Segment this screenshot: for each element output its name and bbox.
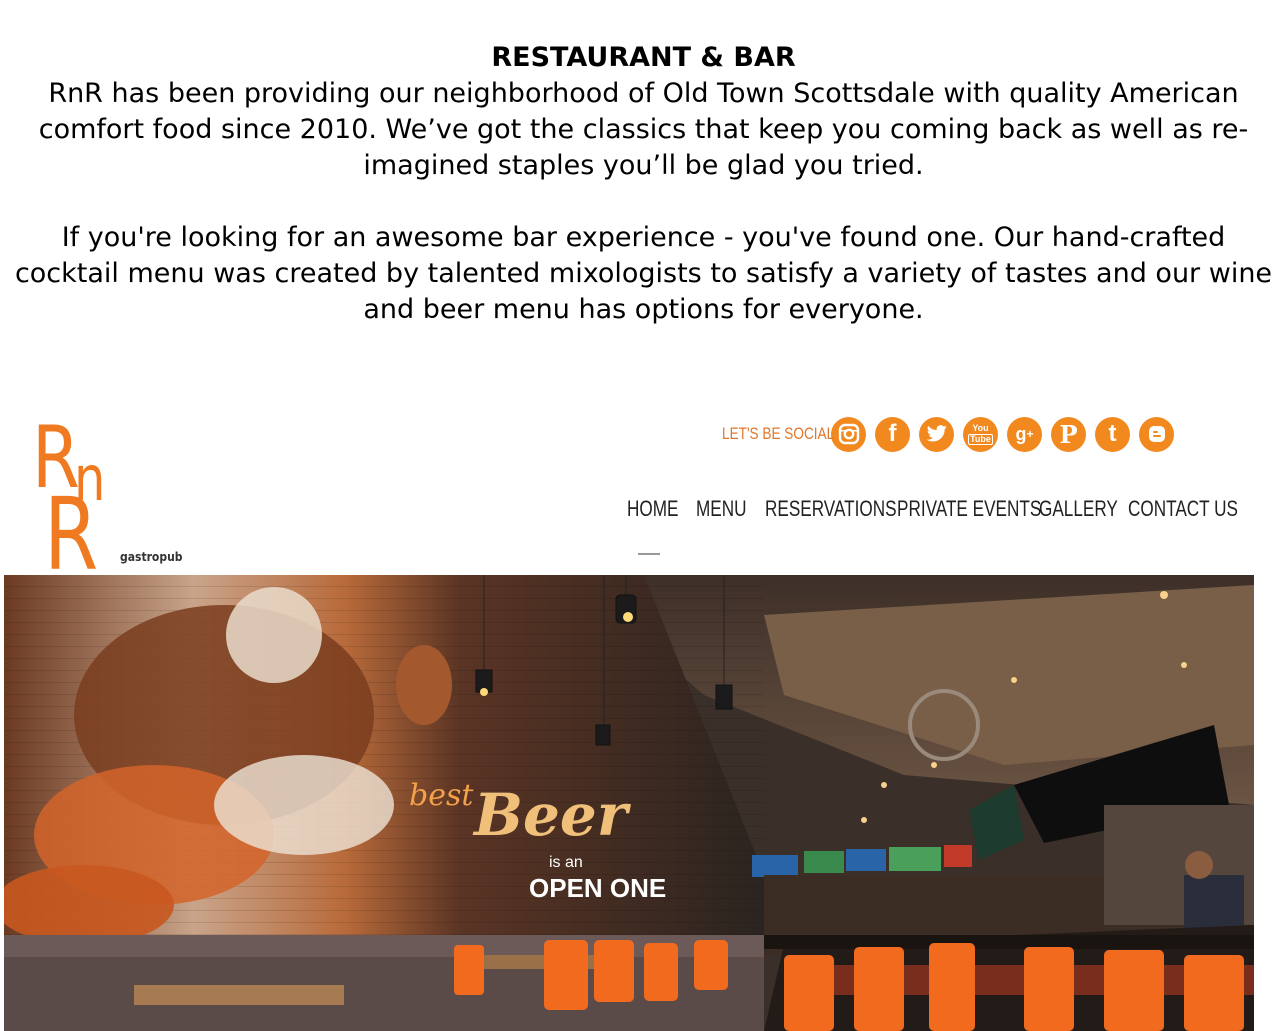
social-bar: LET'S BE SOCIAL f You Tube g + P t bbox=[722, 414, 1174, 454]
nav-private-events[interactable]: PRIVATE EVENTS bbox=[897, 496, 1041, 522]
active-nav-indicator bbox=[638, 553, 660, 555]
facebook-icon[interactable]: f bbox=[875, 416, 910, 452]
nav-home[interactable]: HOME bbox=[627, 496, 678, 522]
intro-paragraph-2: If you're looking for an awesome bar exp… bbox=[14, 222, 1273, 325]
pinterest-icon[interactable]: P bbox=[1051, 416, 1086, 452]
mural-text-open-one: OPEN ONE bbox=[529, 873, 666, 903]
section-heading: RESTAURANT & BAR bbox=[491, 42, 796, 73]
intro-paragraph-1: RnR has been providing our neighborhood … bbox=[38, 78, 1249, 181]
mural-text-beer: Beer bbox=[472, 781, 632, 849]
mural-text-is-an: is an bbox=[549, 854, 583, 871]
nav-gallery[interactable]: GALLERY bbox=[1039, 496, 1118, 522]
nav-reservations[interactable]: RESERVATIONS bbox=[765, 496, 897, 522]
youtube-icon[interactable]: You Tube bbox=[963, 416, 998, 452]
tumblr-icon[interactable]: t bbox=[1095, 416, 1130, 452]
hero-image: best Beer is an OPEN ONE bbox=[4, 575, 1254, 1031]
twitter-icon[interactable] bbox=[919, 416, 954, 452]
rnr-logo[interactable]: R n R gastropub bbox=[30, 408, 190, 593]
intro-section: RESTAURANT & BAR RnR has been providing … bbox=[0, 40, 1287, 328]
mural-text-best: best bbox=[409, 778, 474, 813]
social-icons: f You Tube g + P t bbox=[831, 416, 1174, 452]
logo-subtitle: gastropub bbox=[120, 550, 183, 564]
nav-contact-us[interactable]: CONTACT US bbox=[1128, 496, 1238, 522]
nav-menu[interactable]: MENU bbox=[696, 496, 747, 522]
social-label: LET'S BE SOCIAL bbox=[722, 424, 835, 443]
restaurant-interior-photo: best Beer is an OPEN ONE bbox=[4, 575, 1254, 1031]
googleplus-icon[interactable]: g + bbox=[1007, 416, 1042, 452]
instagram-icon[interactable] bbox=[831, 416, 866, 452]
blogger-icon[interactable] bbox=[1139, 416, 1174, 452]
